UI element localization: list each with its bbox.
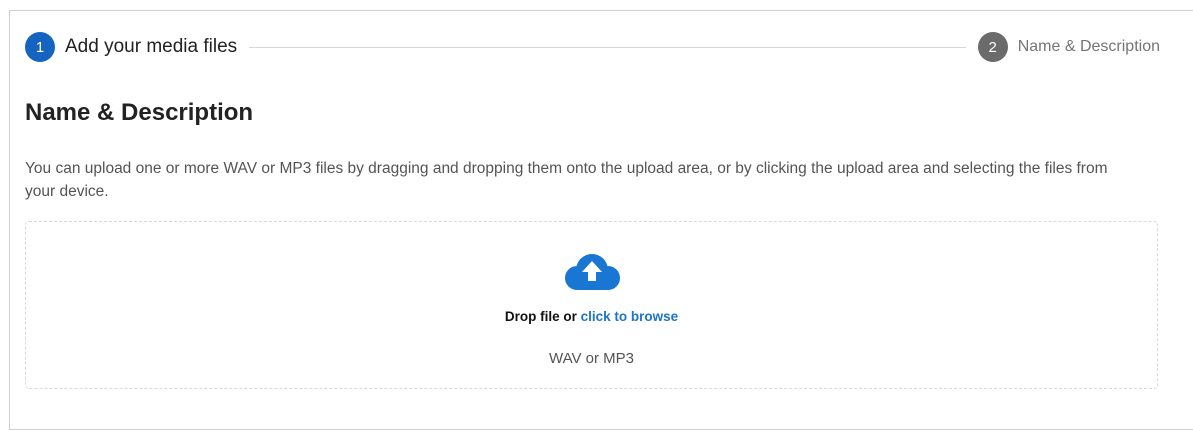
browse-link[interactable]: click to browse [581,309,679,324]
step-1-label: Add your media files [65,36,238,57]
stepper: 1 Add your media files 2 Name & Descript… [25,32,1160,62]
cloud-upload-icon [565,254,620,290]
step-2-number: 2 [977,32,1008,62]
file-drop-area[interactable]: Drop file or click to browse WAV or MP3 [25,221,1158,389]
step-2-label: Name & Description [1017,38,1160,55]
step-1-number: 1 [25,32,55,62]
section-title: Name & Description [25,99,254,126]
upload-instructions: You can upload one or more WAV or MP3 fi… [25,160,1108,200]
drop-prompt: Drop file or click to browse [26,309,1157,324]
accepted-formats: WAV or MP3 [548,350,634,367]
stepper-connector [249,46,966,48]
drop-prompt-label: Drop file or [504,309,577,324]
